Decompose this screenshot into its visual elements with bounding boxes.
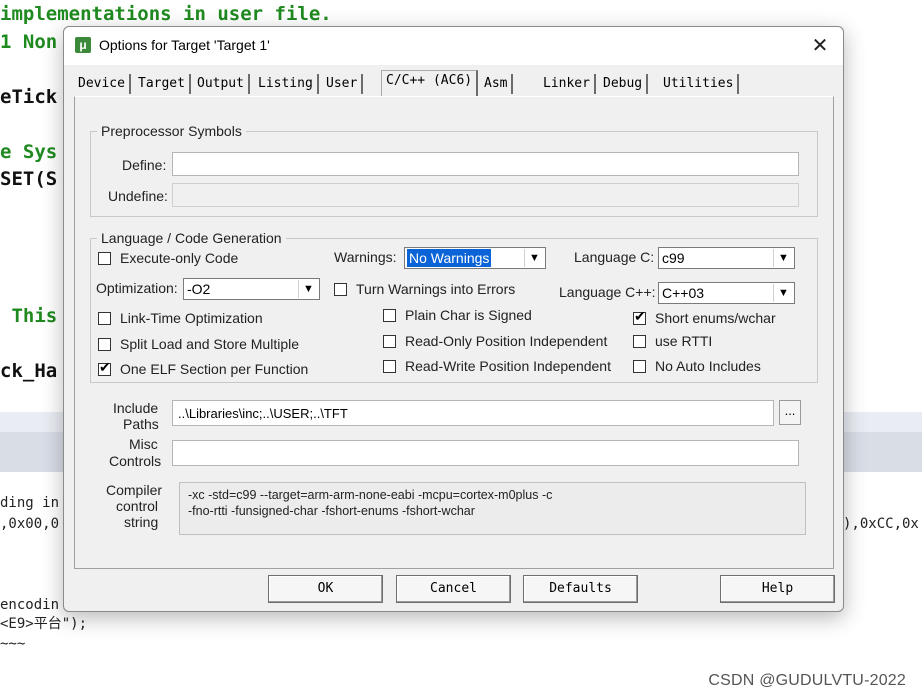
code-line: ck_Ha	[0, 360, 58, 382]
rtti-label: use RTTI	[655, 333, 713, 349]
tab-output[interactable]: Output	[193, 74, 250, 94]
execute-only-checkbox[interactable]	[98, 252, 111, 265]
plain-char-label: Plain Char is Signed	[405, 307, 532, 323]
include-paths-field[interactable]	[172, 400, 774, 426]
plain-char-checkbox[interactable]	[383, 309, 396, 322]
dialog-titlebar[interactable]: μ Options for Target 'Target 1' ✕	[64, 27, 843, 65]
warnings-value: No Warnings	[407, 249, 492, 267]
tab-debug[interactable]: Debug	[599, 74, 649, 94]
help-button[interactable]: Help	[720, 575, 835, 603]
compiler-label: Compiler	[106, 482, 163, 498]
output-line: ,0x00,0	[0, 516, 60, 532]
tab-listing[interactable]: Listing	[254, 74, 319, 94]
optimization-select[interactable]: -O2 ▼	[183, 278, 320, 300]
output-line: <E9>平台");	[0, 616, 88, 632]
code-line: e Sys	[0, 141, 58, 163]
keil-app-icon: μ	[75, 37, 91, 53]
short-enums-checkbox[interactable]: ✔	[633, 308, 646, 325]
output-line: ding in	[0, 495, 60, 511]
cancel-button[interactable]: Cancel	[396, 575, 511, 603]
undefine-label: Undefine:	[108, 188, 168, 204]
misc-controls-field[interactable]	[172, 440, 799, 466]
chevron-down-icon: ▼	[524, 249, 544, 267]
link-time-label: Link-Time Optimization	[120, 310, 263, 326]
code-line: 1 Non	[0, 31, 58, 53]
tab-c-cpp-ac6[interactable]: C/C++ (AC6)	[381, 70, 479, 96]
include-label: Include	[113, 400, 159, 416]
language-cpp-value: C++03	[662, 285, 705, 301]
include-paths-label: Paths	[123, 416, 159, 432]
warnings-label: Warnings:	[334, 249, 397, 265]
rtti-checkbox[interactable]	[633, 335, 646, 348]
tab-user[interactable]: User	[322, 74, 364, 94]
warnings-select[interactable]: No Warnings ▼	[404, 247, 546, 269]
language-cpp-select[interactable]: C++03 ▼	[658, 282, 795, 304]
compiler-control-string: -xc -std=c99 --target=arm-arm-none-eabi …	[179, 482, 806, 535]
tab-asm[interactable]: Asm	[480, 74, 514, 94]
one-elf-checkbox[interactable]: ✔	[98, 359, 111, 376]
split-load-label: Split Load and Store Multiple	[120, 336, 299, 352]
rwpi-label: Read-Write Position Independent	[405, 358, 611, 374]
optimization-label: Optimization:	[96, 280, 178, 296]
language-c-select[interactable]: c99 ▼	[658, 247, 795, 269]
checkmark-icon: ✔	[99, 359, 111, 375]
misc-label: Misc	[129, 436, 158, 452]
ok-button[interactable]: OK	[268, 575, 383, 603]
options-dialog: μ Options for Target 'Target 1' ✕ Device…	[63, 26, 844, 612]
output-line: ),0xCC,0x	[843, 516, 919, 532]
define-field[interactable]	[172, 152, 799, 176]
optimization-value: -O2	[187, 281, 211, 297]
short-enums-label: Short enums/wchar	[655, 310, 776, 326]
chevron-down-icon: ▼	[773, 284, 793, 302]
language-c-label: Language C:	[574, 249, 655, 265]
preprocessor-legend: Preprocessor Symbols	[101, 123, 242, 139]
chevron-down-icon: ▼	[773, 249, 793, 267]
execute-only-label: Execute-only Code	[120, 250, 239, 266]
string-label: string	[124, 514, 159, 530]
control-label: control	[116, 498, 159, 514]
tab-utilities[interactable]: Utilities	[659, 74, 740, 94]
code-line: eTick	[0, 86, 58, 108]
warnings-errors-checkbox[interactable]	[334, 283, 347, 296]
dialog-title: Options for Target 'Target 1'	[99, 37, 270, 53]
code-line: This	[0, 305, 58, 327]
browse-include-button[interactable]: ...	[779, 400, 801, 425]
controls-label: Controls	[109, 453, 162, 469]
ropi-label: Read-Only Position Independent	[405, 333, 608, 349]
link-time-checkbox[interactable]	[98, 312, 111, 325]
rwpi-checkbox[interactable]	[383, 360, 396, 373]
language-cpp-label: Language C++:	[559, 284, 656, 300]
undefine-field[interactable]	[172, 183, 799, 207]
output-line: ~~~	[0, 636, 26, 652]
watermark: CSDN @GUDULVTU-2022	[708, 672, 906, 689]
code-line: SET(S	[0, 168, 58, 190]
split-load-checkbox[interactable]	[98, 338, 111, 351]
language-c-value: c99	[662, 250, 685, 266]
language-legend: Language / Code Generation	[101, 230, 282, 246]
checkmark-icon: ✔	[634, 308, 646, 324]
warnings-errors-label: Turn Warnings into Errors	[356, 281, 516, 297]
tab-strip: Device Target Output Listing User C/C++ …	[74, 70, 834, 96]
defaults-button[interactable]: Defaults	[523, 575, 638, 603]
tab-target[interactable]: Target	[134, 74, 191, 94]
no-auto-includes-checkbox[interactable]	[633, 360, 646, 373]
ropi-checkbox[interactable]	[383, 335, 396, 348]
define-label: Define:	[122, 157, 167, 173]
code-line: implementations in user file.	[0, 3, 332, 25]
one-elf-label: One ELF Section per Function	[120, 361, 309, 377]
tab-device[interactable]: Device	[74, 74, 131, 94]
chevron-down-icon: ▼	[298, 280, 318, 298]
close-icon[interactable]: ✕	[807, 33, 833, 59]
tab-panel: Preprocessor Symbols Define: Undefine: L…	[74, 96, 834, 569]
no-auto-includes-label: No Auto Includes	[655, 358, 761, 374]
tab-linker[interactable]: Linker	[539, 74, 596, 94]
